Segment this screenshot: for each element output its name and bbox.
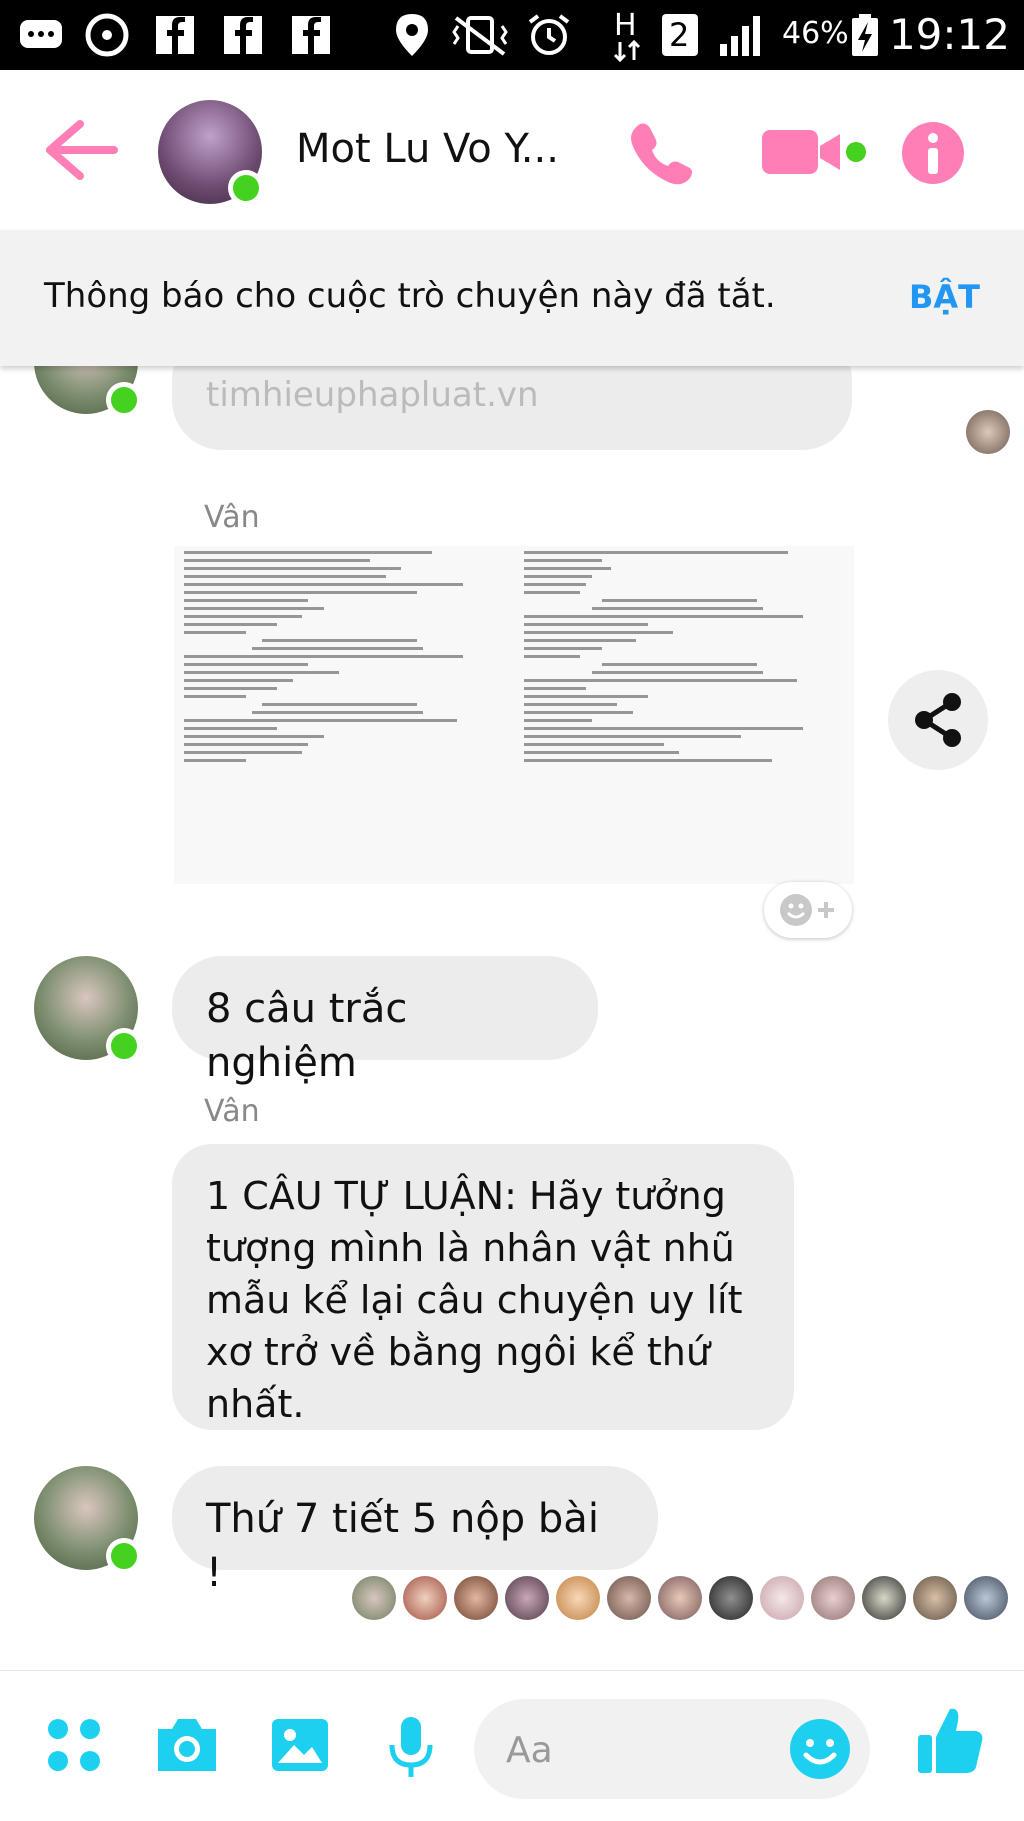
read-receipt-avatar bbox=[607, 1576, 651, 1620]
message-bubble[interactable]: 1 CÂU TỰ LUẬN: Hãy tưởng tượng mình là n… bbox=[172, 1144, 794, 1430]
document-photo[interactable] bbox=[174, 546, 854, 884]
message-composer bbox=[0, 1670, 1024, 1821]
battery-percent: 46% bbox=[782, 16, 849, 51]
message-input-container[interactable] bbox=[474, 1699, 870, 1799]
read-receipt-avatar bbox=[505, 1576, 549, 1620]
data-arrows-icon bbox=[613, 40, 641, 62]
clock: 19:12 bbox=[888, 10, 1010, 59]
turn-on-notifications-button[interactable]: BẬT bbox=[909, 278, 980, 316]
banner-text: Thông báo cho cuộc trò chuyện này đã tắt… bbox=[44, 276, 776, 316]
message-bubble[interactable]: 8 câu trắc nghiệm bbox=[172, 956, 598, 1086]
facebook-icon bbox=[292, 16, 330, 54]
read-receipt-avatar bbox=[966, 410, 1010, 454]
image-icon[interactable] bbox=[270, 1715, 330, 1775]
message-bubble[interactable]: Thứ 7 tiết 5 nộp bài ! bbox=[172, 1466, 658, 1596]
message-text: 8 câu trắc nghiệm bbox=[206, 986, 408, 1086]
read-receipt-avatar bbox=[709, 1576, 753, 1620]
read-receipt-avatar bbox=[913, 1576, 957, 1620]
share-button[interactable] bbox=[888, 670, 988, 770]
conversation-header: Mot Lu Vo Y... bbox=[0, 70, 1024, 231]
alarm-icon bbox=[528, 14, 570, 55]
read-receipt-avatar bbox=[454, 1576, 498, 1620]
sender-avatar[interactable] bbox=[34, 956, 142, 1064]
online-indicator bbox=[106, 382, 142, 418]
notification-chat-icon bbox=[20, 20, 62, 48]
message-input[interactable] bbox=[504, 1721, 768, 1779]
facebook-icon bbox=[156, 16, 194, 54]
read-receipt-avatar bbox=[352, 1576, 396, 1620]
share-icon bbox=[915, 693, 961, 747]
network-type: H bbox=[614, 8, 637, 43]
battery-charging-icon bbox=[852, 14, 878, 56]
sender-name: Vân bbox=[204, 500, 260, 535]
sim-number: 2 bbox=[669, 16, 690, 54]
link-text: timhieuphapluat.vn bbox=[206, 375, 539, 415]
vibrate-off-icon bbox=[452, 16, 508, 56]
back-arrow-icon[interactable] bbox=[40, 118, 120, 182]
facebook-icon bbox=[224, 16, 262, 54]
phone-icon[interactable] bbox=[626, 118, 696, 188]
read-receipt-avatar bbox=[862, 1576, 906, 1620]
camera-icon[interactable] bbox=[154, 1715, 220, 1775]
read-receipt-avatar bbox=[658, 1576, 702, 1620]
online-indicator bbox=[106, 1538, 142, 1574]
video-camera-icon[interactable] bbox=[760, 122, 870, 182]
message-text: 1 CÂU TỰ LUẬN: Hãy tưởng tượng mình là n… bbox=[206, 1174, 743, 1426]
signal-icon bbox=[720, 16, 760, 56]
smiley-icon[interactable] bbox=[788, 1717, 852, 1781]
add-reaction-icon bbox=[780, 894, 834, 926]
sender-avatar[interactable] bbox=[34, 1466, 142, 1574]
muted-notification-banner: Thông báo cho cuộc trò chuyện này đã tắt… bbox=[0, 230, 1024, 366]
read-receipt-avatar bbox=[964, 1576, 1008, 1620]
sender-name: Vân bbox=[204, 1094, 260, 1129]
read-receipt-avatar bbox=[403, 1576, 447, 1620]
apps-icon[interactable] bbox=[44, 1715, 104, 1775]
status-bar: H 2 46% 19:12 bbox=[0, 0, 1024, 70]
steering-icon bbox=[85, 13, 129, 57]
read-receipt-avatar bbox=[760, 1576, 804, 1620]
sim-badge: 2 bbox=[662, 14, 698, 56]
conversation-title[interactable]: Mot Lu Vo Y... bbox=[296, 126, 559, 172]
microphone-icon[interactable] bbox=[386, 1715, 436, 1779]
info-icon[interactable] bbox=[900, 120, 966, 186]
read-receipt-avatar bbox=[556, 1576, 600, 1620]
online-indicator bbox=[228, 170, 264, 206]
read-receipt-avatar bbox=[811, 1576, 855, 1620]
location-icon bbox=[396, 14, 428, 56]
message-list[interactable]: timhieuphapluat.vn Vân 8 câu trắc nghiệm… bbox=[0, 230, 1024, 1670]
online-indicator bbox=[106, 1028, 142, 1064]
add-reaction-button[interactable] bbox=[764, 882, 852, 938]
group-avatar[interactable] bbox=[158, 100, 264, 206]
thumbs-up-icon[interactable] bbox=[916, 1703, 986, 1777]
document-page-right bbox=[524, 546, 834, 884]
document-page-left bbox=[184, 546, 494, 884]
